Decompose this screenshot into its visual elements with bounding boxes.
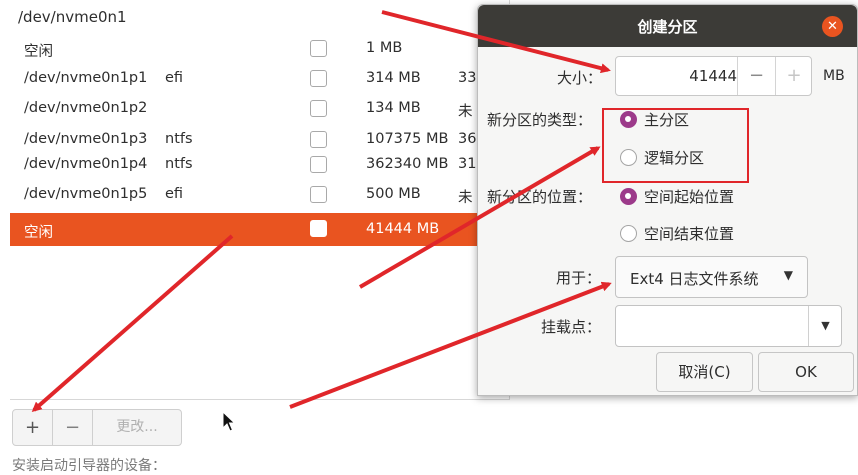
filesystem-value: Ext4 日志文件系统 bbox=[630, 270, 759, 288]
size-label: 大小： bbox=[557, 69, 603, 87]
cancel-button[interactable]: 取消(C) bbox=[656, 352, 753, 392]
mouse-cursor-icon bbox=[222, 411, 236, 432]
partition-location-label: 新分区的位置： bbox=[487, 188, 593, 206]
partition-fs: ntfs bbox=[165, 156, 193, 172]
partition-size: 1 MB bbox=[366, 40, 403, 56]
partition-used: 未 bbox=[458, 190, 473, 206]
dialog-titlebar: 创建分区 ✕ bbox=[478, 5, 857, 47]
partition-size: 362340 MB bbox=[366, 156, 449, 172]
decrease-size-button[interactable]: − bbox=[737, 57, 775, 95]
device-header: /dev/nvme0n1 bbox=[18, 8, 127, 26]
partition-name: /dev/nvme0n1p2 bbox=[24, 100, 148, 116]
partition-used: 33 bbox=[458, 70, 477, 86]
mount-point-input[interactable] bbox=[616, 306, 808, 346]
table-row[interactable]: /dev/nvme0n1p2 134 MB 未 bbox=[10, 95, 510, 123]
format-checkbox[interactable] bbox=[310, 220, 327, 237]
change-partition-button[interactable]: 更改... bbox=[92, 409, 182, 446]
use-as-label: 用于： bbox=[556, 269, 602, 287]
create-partition-dialog: 创建分区 ✕ 大小： 41444 − + MB 新分区的类型： 主分区 逻辑分区… bbox=[477, 4, 858, 396]
increase-size-button[interactable]: + bbox=[775, 57, 812, 95]
table-row[interactable]: /dev/nvme0n1p4 ntfs 362340 MB 31 bbox=[10, 151, 510, 179]
format-checkbox[interactable] bbox=[310, 40, 327, 57]
radio-label: 空间起始位置 bbox=[644, 188, 735, 206]
radio-label: 空间结束位置 bbox=[644, 225, 735, 243]
partition-name: /dev/nvme0n1p3 bbox=[24, 131, 148, 147]
mount-point-label: 挂载点： bbox=[541, 318, 602, 336]
partition-size: 314 MB bbox=[366, 70, 421, 86]
table-row[interactable]: 空闲 1 MB bbox=[10, 35, 510, 63]
partition-name: /dev/nvme0n1p1 bbox=[24, 70, 148, 86]
partition-size: 107375 MB bbox=[366, 131, 449, 147]
table-row-selected[interactable]: 空闲 41444 MB bbox=[10, 213, 510, 246]
partition-fs: efi bbox=[165, 70, 184, 86]
radio-unselected-icon bbox=[620, 225, 637, 242]
partition-size: 500 MB bbox=[366, 186, 421, 202]
dropdown-arrow-icon: ▼ bbox=[783, 268, 793, 282]
size-unit: MB bbox=[823, 68, 845, 84]
partition-used: 36 bbox=[458, 131, 477, 147]
table-row[interactable]: /dev/nvme0n1p5 efi 500 MB 未 bbox=[10, 181, 510, 209]
format-checkbox[interactable] bbox=[310, 70, 327, 87]
dropdown-arrow-icon[interactable]: ▼ bbox=[808, 306, 842, 346]
partition-name: 空闲 bbox=[24, 44, 53, 60]
partition-name: 空闲 bbox=[24, 225, 53, 241]
table-row[interactable]: /dev/nvme0n1p3 ntfs 107375 MB 36 bbox=[10, 126, 510, 154]
dialog-title: 创建分区 bbox=[637, 18, 698, 36]
partition-type-label: 新分区的类型： bbox=[487, 111, 593, 129]
partition-used: 31 bbox=[458, 156, 477, 172]
table-row[interactable]: /dev/nvme0n1p1 efi 314 MB 33 bbox=[10, 65, 510, 93]
format-checkbox[interactable] bbox=[310, 100, 327, 117]
partition-size: 134 MB bbox=[366, 100, 421, 116]
ok-button[interactable]: OK bbox=[758, 352, 854, 392]
format-checkbox[interactable] bbox=[310, 156, 327, 173]
partition-used: 未 bbox=[458, 104, 473, 120]
radio-selected-icon bbox=[620, 188, 637, 205]
partition-fs: ntfs bbox=[165, 131, 193, 147]
mount-point-combo[interactable]: ▼ bbox=[615, 305, 842, 347]
partition-name: /dev/nvme0n1p4 bbox=[24, 156, 148, 172]
partition-fs: efi bbox=[165, 186, 184, 202]
size-spinbox[interactable]: 41444 − + bbox=[615, 56, 812, 96]
partition-table: /dev/nvme0n1 空闲 1 MB /dev/nvme0n1p1 efi … bbox=[10, 0, 510, 400]
close-icon[interactable]: ✕ bbox=[822, 16, 843, 37]
format-checkbox[interactable] bbox=[310, 186, 327, 203]
add-partition-button[interactable]: + bbox=[12, 409, 53, 446]
partition-name: /dev/nvme0n1p5 bbox=[24, 186, 148, 202]
annotation-highlight-box bbox=[602, 108, 749, 183]
remove-partition-button[interactable]: − bbox=[52, 409, 93, 446]
partition-size: 41444 MB bbox=[366, 221, 440, 237]
size-value[interactable]: 41444 bbox=[616, 67, 737, 85]
filesystem-dropdown[interactable]: Ext4 日志文件系统 ▼ bbox=[615, 256, 808, 298]
bootloader-label: 安装启动引导器的设备： bbox=[12, 458, 166, 474]
format-checkbox[interactable] bbox=[310, 131, 327, 148]
